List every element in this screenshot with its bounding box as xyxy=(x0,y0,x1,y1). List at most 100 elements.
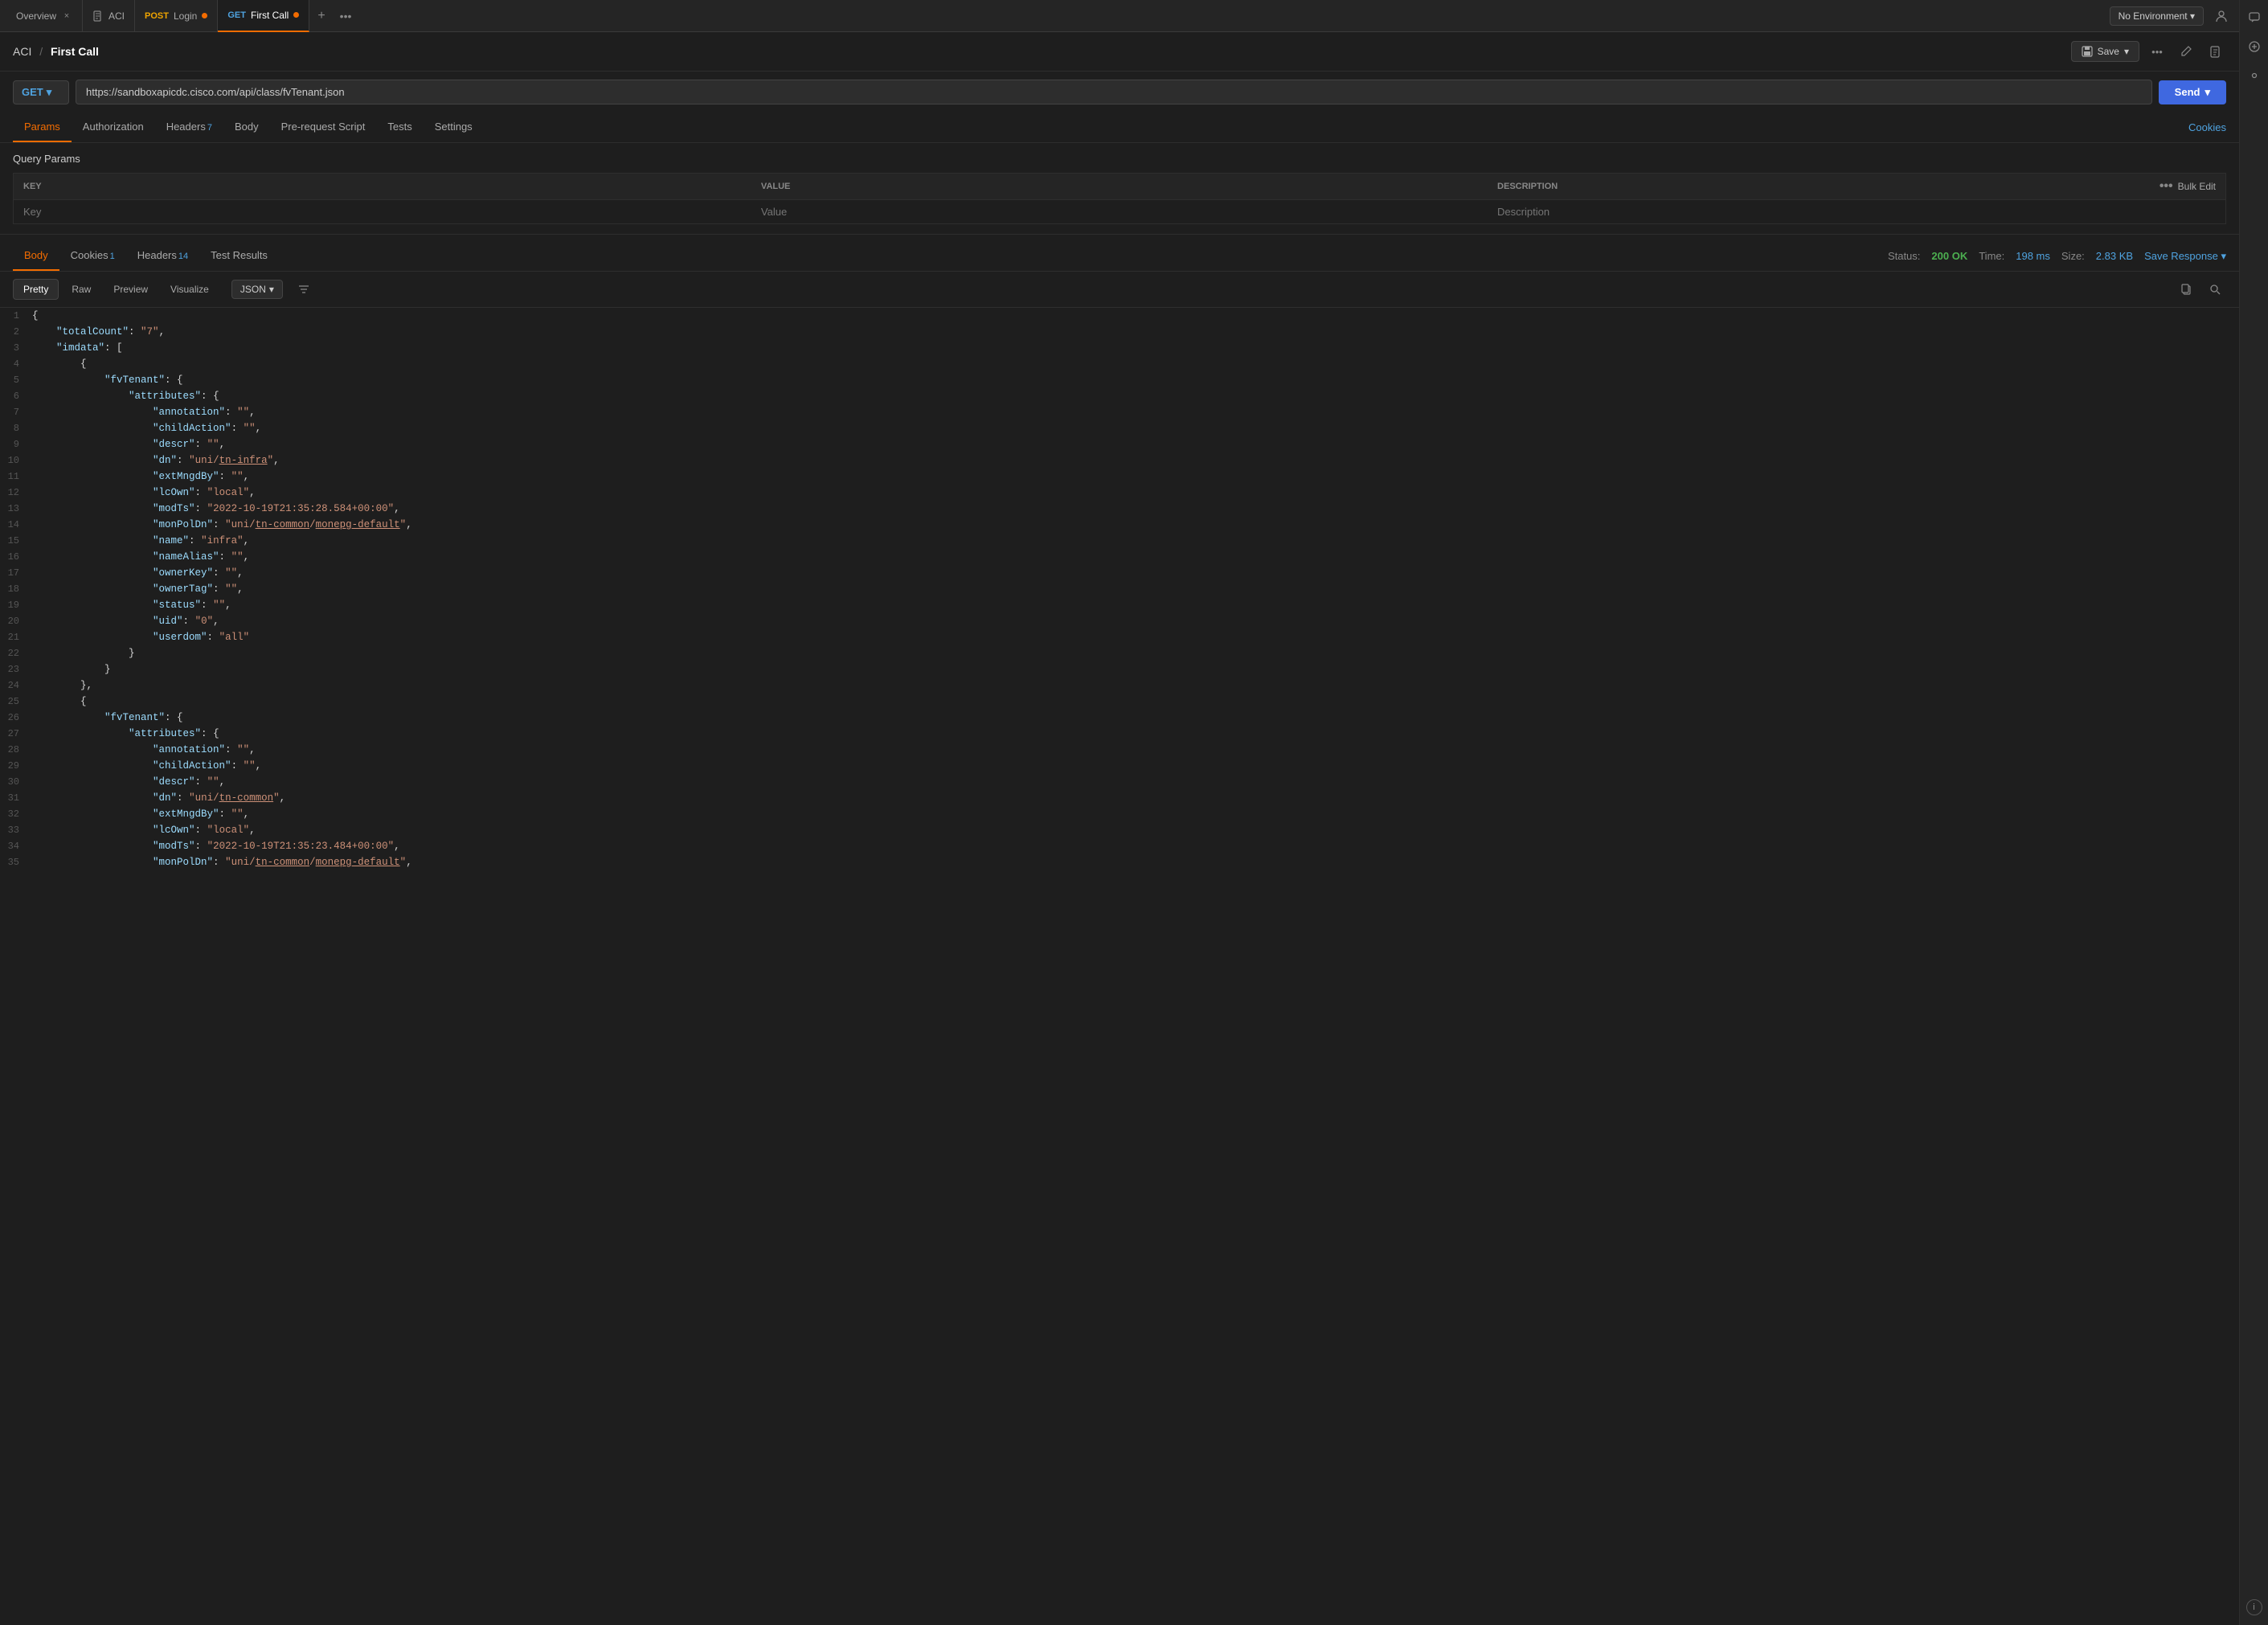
code-line: 27 "attributes": { xyxy=(0,726,2239,742)
code-line: 6 "attributes": { xyxy=(0,388,2239,404)
tab-get-dot xyxy=(293,12,299,18)
params-empty-row xyxy=(14,200,2226,224)
code-line: 21 "userdom": "all" xyxy=(0,629,2239,645)
method-selector[interactable]: GET ▾ xyxy=(13,80,69,104)
line-content: "attributes": { xyxy=(31,388,2239,404)
line-content: } xyxy=(31,661,2239,677)
comment-icon[interactable] xyxy=(2243,6,2266,29)
save-response-button[interactable]: Save Response ▾ xyxy=(2144,250,2226,263)
tab-get-first-call[interactable]: GET First Call xyxy=(218,0,309,32)
code-line: 31 "dn": "uni/tn-common", xyxy=(0,790,2239,806)
cookies-button[interactable]: Cookies xyxy=(2188,121,2226,133)
code-line: 13 "modTs": "2022-10-19T21:35:28.584+00:… xyxy=(0,501,2239,517)
settings-icon[interactable] xyxy=(2243,64,2266,87)
code-line: 16 "nameAlias": "", xyxy=(0,549,2239,565)
tab-bar: Overview × ACI POST Login GET First Call… xyxy=(0,0,2239,32)
req-tab-params[interactable]: Params xyxy=(13,113,72,142)
code-line: 1{ xyxy=(0,308,2239,324)
line-number: 2 xyxy=(0,324,31,340)
edit-icon[interactable] xyxy=(2175,40,2197,63)
save-chevron[interactable]: ▾ xyxy=(2124,46,2129,57)
resp-tab-headers[interactable]: Headers14 xyxy=(126,241,199,271)
search-response-button[interactable] xyxy=(2204,278,2226,301)
col-more-icon[interactable]: ••• xyxy=(2160,179,2173,194)
tab-post-login-label: Login xyxy=(174,10,197,22)
col-key: KEY xyxy=(14,174,751,200)
filter-icon[interactable] xyxy=(293,278,315,301)
line-content: "nameAlias": "", xyxy=(31,549,2239,565)
view-tab-raw[interactable]: Raw xyxy=(62,280,100,299)
param-desc-input[interactable] xyxy=(1497,206,2216,218)
line-number: 22 xyxy=(0,645,31,661)
line-content: "annotation": "", xyxy=(31,404,2239,420)
param-value-input[interactable] xyxy=(761,206,1478,218)
line-content: "descr": "", xyxy=(31,436,2239,452)
line-number: 34 xyxy=(0,838,31,854)
bulk-edit-button[interactable]: Bulk Edit xyxy=(2178,181,2216,192)
response-area: Body Cookies1 Headers14 Test Results Sta… xyxy=(0,235,2239,1593)
profile-icon[interactable] xyxy=(2210,5,2233,27)
line-content: "modTs": "2022-10-19T21:35:23.484+00:00"… xyxy=(31,838,2239,854)
view-tab-preview[interactable]: Preview xyxy=(104,280,158,299)
col-value: VALUE xyxy=(751,174,1488,200)
req-tab-authorization[interactable]: Authorization xyxy=(72,113,155,142)
more-tabs-button[interactable]: ••• xyxy=(334,10,358,23)
code-line: 18 "ownerTag": "", xyxy=(0,581,2239,597)
line-number: 35 xyxy=(0,854,31,870)
add-tab-button[interactable]: + xyxy=(309,9,333,23)
line-number: 31 xyxy=(0,790,31,806)
copy-response-button[interactable] xyxy=(2175,278,2197,301)
breadcrumb-sep: / xyxy=(39,45,43,58)
tab-overview-close[interactable]: × xyxy=(61,10,72,22)
line-number: 28 xyxy=(0,742,31,758)
info-icon-sidebar[interactable]: i xyxy=(2243,1596,2266,1619)
resp-tab-body[interactable]: Body xyxy=(13,241,59,271)
body-view-actions xyxy=(2175,278,2226,301)
line-content: "extMngdBy": "", xyxy=(31,806,2239,822)
beautify-icon[interactable] xyxy=(2243,35,2266,58)
code-line: 12 "lcOwn": "local", xyxy=(0,485,2239,501)
tab-aci[interactable]: ACI xyxy=(83,0,135,32)
url-input[interactable] xyxy=(76,80,2152,104)
line-content: }, xyxy=(31,677,2239,694)
req-tab-body[interactable]: Body xyxy=(223,113,270,142)
line-content: { xyxy=(31,356,2239,372)
code-line: 33 "lcOwn": "local", xyxy=(0,822,2239,838)
param-key-input[interactable] xyxy=(23,206,742,218)
code-line: 24 }, xyxy=(0,677,2239,694)
post-method-badge: POST xyxy=(145,11,169,21)
code-line: 25 { xyxy=(0,694,2239,710)
info-circle: i xyxy=(2246,1599,2262,1615)
format-selector[interactable]: JSON ▾ xyxy=(231,280,283,299)
code-line: 5 "fvTenant": { xyxy=(0,372,2239,388)
req-tab-pre-request[interactable]: Pre-request Script xyxy=(270,113,377,142)
line-number: 9 xyxy=(0,436,31,452)
resp-tab-cookies[interactable]: Cookies1 xyxy=(59,241,126,271)
view-tab-pretty[interactable]: Pretty xyxy=(13,279,59,300)
code-line: 7 "annotation": "", xyxy=(0,404,2239,420)
status-value: 200 OK xyxy=(1931,250,1967,262)
code-line: 22 } xyxy=(0,645,2239,661)
line-number: 15 xyxy=(0,533,31,549)
line-number: 11 xyxy=(0,469,31,485)
response-code-block: 1{2 "totalCount": "7",3 "imdata": [4 {5 … xyxy=(0,308,2239,1593)
line-number: 17 xyxy=(0,565,31,581)
doc-icon[interactable] xyxy=(2204,40,2226,63)
tab-post-login[interactable]: POST Login xyxy=(135,0,218,32)
line-content: "annotation": "", xyxy=(31,742,2239,758)
send-button[interactable]: Send ▾ xyxy=(2159,80,2226,104)
environment-select[interactable]: No Environment ▾ xyxy=(2110,6,2204,26)
code-line: 8 "childAction": "", xyxy=(0,420,2239,436)
req-tab-settings[interactable]: Settings xyxy=(424,113,484,142)
req-tab-tests[interactable]: Tests xyxy=(376,113,423,142)
resp-tab-test-results[interactable]: Test Results xyxy=(199,241,279,271)
code-line: 10 "dn": "uni/tn-infra", xyxy=(0,452,2239,469)
line-content: "imdata": [ xyxy=(31,340,2239,356)
save-button[interactable]: Save ▾ xyxy=(2071,41,2139,62)
more-actions-button[interactable]: ••• xyxy=(2146,40,2168,63)
get-method-badge: GET xyxy=(227,10,246,20)
code-line: 4 { xyxy=(0,356,2239,372)
req-tab-headers[interactable]: Headers7 xyxy=(155,113,223,142)
view-tab-visualize[interactable]: Visualize xyxy=(161,280,219,299)
tab-overview[interactable]: Overview × xyxy=(6,0,83,32)
